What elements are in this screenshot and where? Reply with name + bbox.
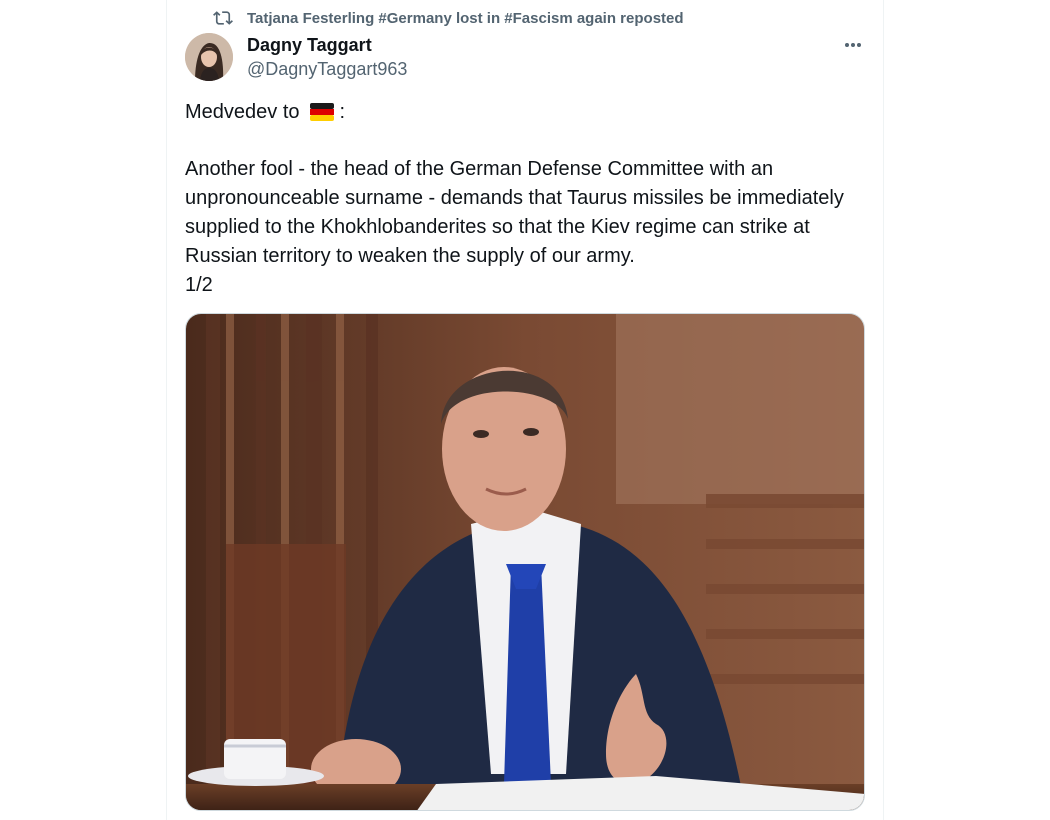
author-name[interactable]: Dagny Taggart [247, 35, 372, 56]
avatar[interactable] [185, 33, 233, 81]
tweet-line1-suffix: : [339, 101, 346, 123]
repost-icon [213, 11, 233, 25]
germany-flag-icon [309, 103, 334, 121]
repost-indicator[interactable]: Tatjana Festerling #Germany lost in #Fas… [213, 8, 684, 28]
more-options-button[interactable] [838, 30, 868, 60]
repost-text: Tatjana Festerling #Germany lost in #Fas… [247, 9, 684, 27]
tweet-body: Another fool - the head of the German De… [185, 158, 844, 267]
tweet-counter: 1/2 [185, 274, 213, 296]
more-icon [845, 43, 861, 47]
tweet-text: Medvedev to : Another fool - the head of… [185, 98, 875, 300]
author-handle[interactable]: @DagnyTaggart963 [247, 59, 407, 80]
tweet-line1-prefix: Medvedev to [185, 101, 300, 123]
tweet-media-photo[interactable] [185, 313, 865, 811]
tweet-first-line: Medvedev to : [185, 98, 875, 127]
